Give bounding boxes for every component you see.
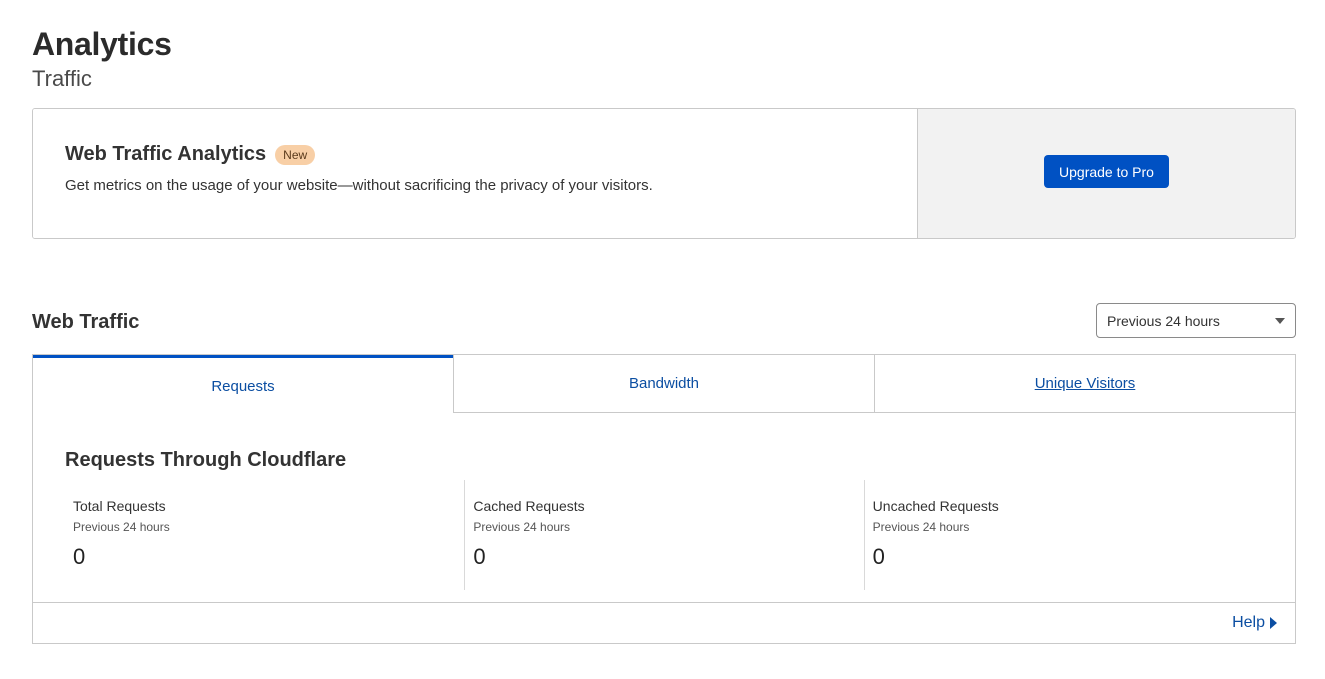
upgrade-to-pro-button[interactable]: Upgrade to Pro: [1044, 155, 1169, 188]
metric-uncached-requests: Uncached Requests Previous 24 hours 0: [863, 480, 1263, 590]
web-traffic-title: Web Traffic: [32, 311, 140, 333]
metric-value: 0: [73, 544, 86, 569]
metric-period: Previous 24 hours: [872, 520, 970, 534]
help-label: Help: [1232, 614, 1265, 631]
promo-content: Web Traffic Analytics New Get metrics on…: [33, 109, 917, 238]
panel-heading: Requests Through Cloudflare: [65, 449, 347, 471]
caret-down-icon: [1275, 317, 1285, 324]
page-subtitle: Traffic: [32, 66, 92, 91]
time-range-select[interactable]: Previous 24 hours: [1096, 303, 1296, 338]
metric-value: 0: [872, 544, 885, 569]
tab-requests-label: Requests: [211, 378, 275, 395]
tab-unique-visitors-label: Unique Visitors: [1034, 375, 1136, 392]
metric-label: Cached Requests: [473, 498, 585, 514]
time-range-value: Previous 24 hours: [1107, 312, 1220, 329]
metrics-row: Total Requests Previous 24 hours 0 Cache…: [65, 480, 1263, 590]
tab-requests[interactable]: Requests: [33, 355, 453, 413]
traffic-tabs: Requests Bandwidth Unique Visitors: [33, 355, 1295, 413]
metric-cached-requests: Cached Requests Previous 24 hours 0: [464, 480, 863, 590]
web-analytics-promo: Web Traffic Analytics New Get metrics on…: [32, 108, 1296, 239]
tab-unique-visitors[interactable]: Unique Visitors: [874, 355, 1295, 413]
metric-label: Total Requests: [73, 498, 166, 514]
card-footer: Help: [33, 602, 1295, 643]
metric-value: 0: [473, 544, 486, 569]
page-title: Analytics: [32, 26, 172, 62]
promo-title: Web Traffic Analytics: [65, 143, 267, 165]
tab-bandwidth-label: Bandwidth: [628, 375, 700, 392]
metric-total-requests: Total Requests Previous 24 hours 0: [65, 480, 464, 590]
promo-description: Get metrics on the usage of your website…: [65, 177, 653, 194]
promo-heading: Web Traffic Analytics New: [65, 143, 885, 166]
metric-period: Previous 24 hours: [473, 520, 571, 534]
requests-panel: Requests Through Cloudflare Total Reques…: [33, 413, 1295, 602]
metric-period: Previous 24 hours: [73, 520, 170, 534]
promo-action-area: Upgrade to Pro: [917, 109, 1295, 238]
help-link[interactable]: Help: [1232, 614, 1277, 632]
web-traffic-card: Requests Bandwidth Unique Visitors Reque…: [32, 354, 1296, 644]
metric-label: Uncached Requests: [872, 498, 999, 514]
tab-bandwidth[interactable]: Bandwidth: [453, 355, 874, 413]
caret-right-icon: [1270, 617, 1277, 629]
new-badge: New: [275, 144, 316, 165]
